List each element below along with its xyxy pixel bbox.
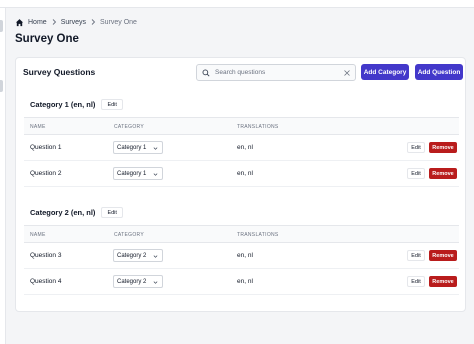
column-header-name: NAME [30, 124, 46, 130]
edit-category-button[interactable]: Edit [101, 207, 123, 218]
question-name: Question 4 [30, 278, 62, 285]
close-icon[interactable] [344, 69, 350, 76]
chevron-down-icon [153, 173, 158, 176]
page-title: Survey One [15, 33, 79, 45]
category-heading: Category 1 (en, nl) Edit [30, 99, 123, 110]
edit-question-button[interactable]: Edit [407, 276, 425, 287]
edit-question-button[interactable]: Edit [407, 250, 425, 261]
add-category-button[interactable]: Add Category [361, 64, 409, 80]
question-translations: en, nl [237, 252, 253, 259]
remove-question-button[interactable]: Remove [429, 142, 457, 153]
search-box [196, 64, 356, 81]
table-row: Question 1 Category 1 en, nl Edit Remove [24, 135, 459, 161]
edit-question-button[interactable]: Edit [407, 168, 425, 179]
rail-marker [0, 80, 3, 92]
table-row: Question 3 Category 2 en, nl Edit Remove [24, 243, 459, 269]
breadcrumb-home[interactable]: Home [28, 19, 47, 26]
question-name: Question 1 [30, 144, 62, 151]
category-select-value: Category 2 [117, 252, 147, 259]
add-question-button[interactable]: Add Question [415, 64, 463, 80]
search-icon [202, 69, 210, 77]
table-header: NAME CATEGORY TRANSLATIONS [24, 225, 459, 243]
question-translations: en, nl [237, 278, 253, 285]
search-input[interactable] [215, 69, 344, 76]
category-select-value: Category 1 [117, 144, 147, 151]
questions-table: NAME CATEGORY TRANSLATIONS Question 1 Ca… [24, 117, 459, 187]
category-title: Category 1 (en, nl) [30, 100, 96, 109]
table-row: Question 2 Category 1 en, nl Edit Remove [24, 161, 459, 187]
chevron-right-icon [91, 19, 96, 25]
card-title: Survey Questions [23, 67, 96, 77]
chevron-right-icon [52, 19, 56, 25]
category-select-value: Category 2 [117, 278, 147, 285]
column-header-translations: TRANSLATIONS [237, 232, 279, 238]
chevron-down-icon [153, 281, 158, 284]
table-header: NAME CATEGORY TRANSLATIONS [24, 117, 459, 135]
category-title: Category 2 (en, nl) [30, 208, 96, 217]
sidebar-rail [0, 8, 6, 344]
category-select[interactable]: Category 2 [113, 275, 163, 288]
column-header-category: CATEGORY [114, 232, 144, 238]
breadcrumb-surveys[interactable]: Surveys [61, 19, 86, 26]
category-select[interactable]: Category 1 [113, 167, 163, 180]
edit-category-button[interactable]: Edit [101, 99, 123, 110]
category-select-value: Category 1 [117, 170, 147, 177]
questions-table: NAME CATEGORY TRANSLATIONS Question 3 Ca… [24, 225, 459, 295]
remove-question-button[interactable]: Remove [429, 276, 457, 287]
category-select[interactable]: Category 1 [113, 141, 163, 154]
breadcrumb: Home Surveys Survey One [15, 16, 137, 28]
category-heading: Category 2 (en, nl) Edit [30, 207, 123, 218]
chevron-down-icon [153, 255, 158, 258]
survey-questions-card: Survey Questions Add Category Add Questi… [15, 57, 466, 312]
rail-marker [0, 20, 3, 32]
chevron-down-icon [153, 147, 158, 150]
category-select[interactable]: Category 2 [113, 249, 163, 262]
table-row: Question 4 Category 2 en, nl Edit Remove [24, 269, 459, 295]
breadcrumb-current: Survey One [99, 18, 137, 26]
question-translations: en, nl [237, 144, 253, 151]
home-icon[interactable] [15, 18, 24, 27]
question-name: Question 2 [30, 170, 62, 177]
question-name: Question 3 [30, 252, 62, 259]
column-header-translations: TRANSLATIONS [237, 124, 279, 130]
question-translations: en, nl [237, 170, 253, 177]
remove-question-button[interactable]: Remove [429, 250, 457, 261]
column-header-name: NAME [30, 232, 46, 238]
column-header-category: CATEGORY [114, 124, 144, 130]
remove-question-button[interactable]: Remove [429, 168, 457, 179]
top-bar [0, 0, 474, 8]
edit-question-button[interactable]: Edit [407, 142, 425, 153]
